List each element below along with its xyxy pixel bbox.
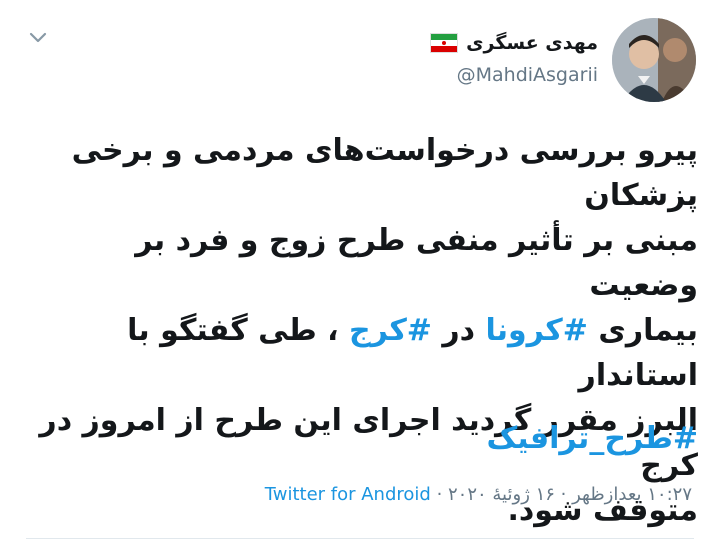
author-name[interactable]: مهدی عسگری [466, 32, 598, 54]
author-handle[interactable]: @MahdiAsgarii [457, 64, 598, 86]
hashtag-link-karaj[interactable]: #کرج [349, 313, 432, 348]
iran-flag-icon [430, 33, 459, 53]
hashtag-link-corona[interactable]: #کرونا [485, 313, 587, 348]
tweet-line: بیماری #کرونا در #کرج ، طی گفتگو با استا… [22, 308, 698, 398]
tweet-date[interactable]: ۱۶ ژوئیهٔ ۲۰۲۰ [448, 484, 555, 505]
hashtag-link-traffic[interactable]: #طرح_ترافیک [487, 421, 699, 456]
tweet-time[interactable]: ۱۰:۲۷ بعدازظهر [572, 484, 692, 505]
meta-separator: · [430, 484, 449, 505]
divider [26, 538, 694, 539]
tweet-text-fragment: بیماری [587, 313, 698, 348]
tweet-source-link[interactable]: Twitter for Android [265, 484, 431, 505]
chevron-down-icon[interactable] [26, 26, 50, 50]
tweet-line: مبنی بر تأثیر منفی طرح زوج و فرد بر وضعی… [135, 223, 698, 303]
tweet-text: پیرو بررسی درخواست‌های مردمی و برخی پزشک… [22, 128, 698, 533]
author-row: مهدی عسگری [430, 32, 598, 54]
avatar[interactable] [612, 18, 696, 102]
meta-separator: · [554, 484, 573, 505]
tweet-meta: ۱۰:۲۷ بعدازظهر · ۱۶ ژوئیهٔ ۲۰۲۰ · Twitte… [265, 484, 692, 505]
tweet-text-fragment: در [431, 313, 486, 348]
tweet-line: پیرو بررسی درخواست‌های مردمی و برخی پزشک… [71, 133, 698, 213]
tweet-card: مهدی عسگری @MahdiAsgarii پیرو بررسی درخو… [0, 0, 720, 545]
hashtag-line: #طرح_ترافیک [487, 416, 699, 461]
